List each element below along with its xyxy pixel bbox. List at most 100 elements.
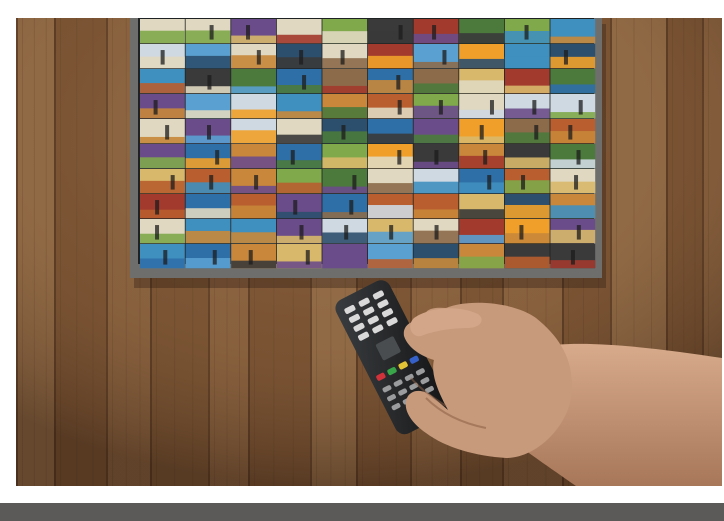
thumbnail-ground: [322, 157, 368, 169]
thumbnail-figure: [299, 50, 304, 65]
thumbnail-figure: [246, 25, 251, 40]
thumbnail-ground: [140, 30, 185, 44]
tv-thumbnail: [231, 44, 276, 69]
thumbnail-figure: [206, 125, 211, 140]
thumbnail-ground: [459, 58, 504, 69]
thumbnail-figure: [248, 250, 253, 265]
thumbnail-ground: [550, 131, 596, 144]
thumbnail-ground: [322, 107, 368, 119]
tv-thumbnail: [368, 244, 413, 269]
tv-thumbnail: [231, 19, 276, 44]
thumbnail-ground: [231, 185, 276, 194]
thumbnail-figure: [576, 225, 581, 240]
thumbnail-figure: [534, 125, 539, 140]
television: [130, 18, 606, 288]
thumbnail-figure: [254, 175, 259, 190]
tv-thumbnail: [504, 194, 550, 219]
tv-thumbnail: [322, 144, 368, 169]
thumbnail-figure: [487, 175, 492, 190]
thumbnail-ground: [413, 181, 459, 194]
tv-thumbnail: [185, 119, 231, 144]
tv-thumbnail: [413, 144, 459, 169]
thumbnail-ground: [276, 111, 322, 119]
tv-thumbnail: [550, 194, 596, 219]
tv-thumbnail: [322, 244, 368, 269]
tv-thumbnail: [185, 219, 231, 244]
tv-thumbnail: [140, 169, 185, 194]
tv-thumbnail: [140, 194, 185, 219]
thumbnail-ground: [185, 30, 231, 44]
tv-thumbnail: [413, 169, 459, 194]
thumbnail-ground: [550, 159, 596, 169]
thumbnail-figure: [344, 225, 349, 240]
tv-thumbnail: [231, 144, 276, 169]
tv-thumbnail: [413, 194, 459, 219]
thumbnail-ground: [231, 86, 276, 94]
tv-thumbnail: [322, 69, 368, 94]
thumbnail-ground: [322, 85, 368, 94]
thumbnail-figure: [340, 50, 345, 65]
tv-thumbnail: [504, 119, 550, 144]
photo-scene: [16, 18, 722, 486]
thumbnail-ground: [231, 260, 276, 269]
thumbnail-figure: [302, 75, 307, 90]
thumbnail-ground: [459, 256, 504, 269]
tv-thumbnail: [413, 119, 459, 144]
tv-thumbnail: [276, 44, 322, 69]
tv-thumbnail: [368, 69, 413, 94]
thumbnail-ground: [413, 258, 459, 269]
thumbnail-ground: [550, 181, 596, 194]
thumbnail-ground: [459, 33, 504, 44]
tv-thumbnail: [276, 94, 322, 119]
tv-thumbnail: [459, 94, 504, 119]
thumbnail-ground: [140, 258, 185, 269]
thumbnail-figure: [442, 50, 447, 65]
tv-thumbnail: [550, 144, 596, 169]
thumbnail-figure: [293, 200, 298, 215]
tv-thumbnail: [322, 169, 368, 194]
thumbnail-figure: [568, 125, 573, 140]
thumbnail-figure: [532, 100, 537, 115]
thumbnail-ground: [276, 85, 322, 94]
thumbnail-ground: [504, 132, 550, 144]
thumbnail-figure: [570, 250, 575, 265]
thumbnail-ground: [459, 234, 504, 244]
thumbnail-ground: [504, 180, 550, 194]
thumbnail-ground: [550, 56, 596, 69]
thumbnail-ground: [185, 182, 231, 194]
thumbnail-ground: [231, 205, 276, 219]
thumbnail-figure: [576, 150, 581, 165]
thumbnail-figure: [438, 100, 443, 115]
tv-thumbnail: [550, 119, 596, 144]
tv-remote-photo: [16, 18, 722, 486]
tv-thumbnail: [322, 19, 368, 44]
thumbnail-ground: [368, 156, 413, 169]
thumbnail-figure: [578, 100, 583, 115]
thumbnail-ground: [368, 183, 413, 194]
thumbnail-ground: [185, 230, 231, 244]
tv-thumbnail: [504, 144, 550, 169]
thumbnail-ground: [504, 256, 550, 269]
tv-thumbnail: [550, 19, 596, 44]
thumbnail-ground: [322, 260, 368, 269]
tv-thumbnail: [368, 119, 413, 144]
tv-thumbnail: [413, 19, 459, 44]
thumbnail-figure: [389, 225, 394, 240]
tv-thumbnail: [276, 169, 322, 194]
tv-thumbnail: [413, 94, 459, 119]
thumbnail-ground: [413, 134, 459, 144]
thumbnail-ground: [459, 109, 504, 119]
thumbnail-ground: [322, 186, 368, 194]
tv-thumbnail: [231, 69, 276, 94]
thumbnail-ground: [368, 107, 413, 119]
thumbnail-ground: [140, 108, 185, 119]
tv-thumbnail: [504, 244, 550, 269]
thumbnail-figure: [290, 150, 295, 165]
tv-thumbnail: [368, 144, 413, 169]
tv-thumbnail: [368, 169, 413, 194]
thumbnail-ground: [276, 134, 322, 144]
tv-thumbnail: [504, 169, 550, 194]
thumbnail-ground: [276, 261, 322, 269]
thumbnail-ground: [368, 133, 413, 144]
tv-thumbnail: [185, 69, 231, 94]
